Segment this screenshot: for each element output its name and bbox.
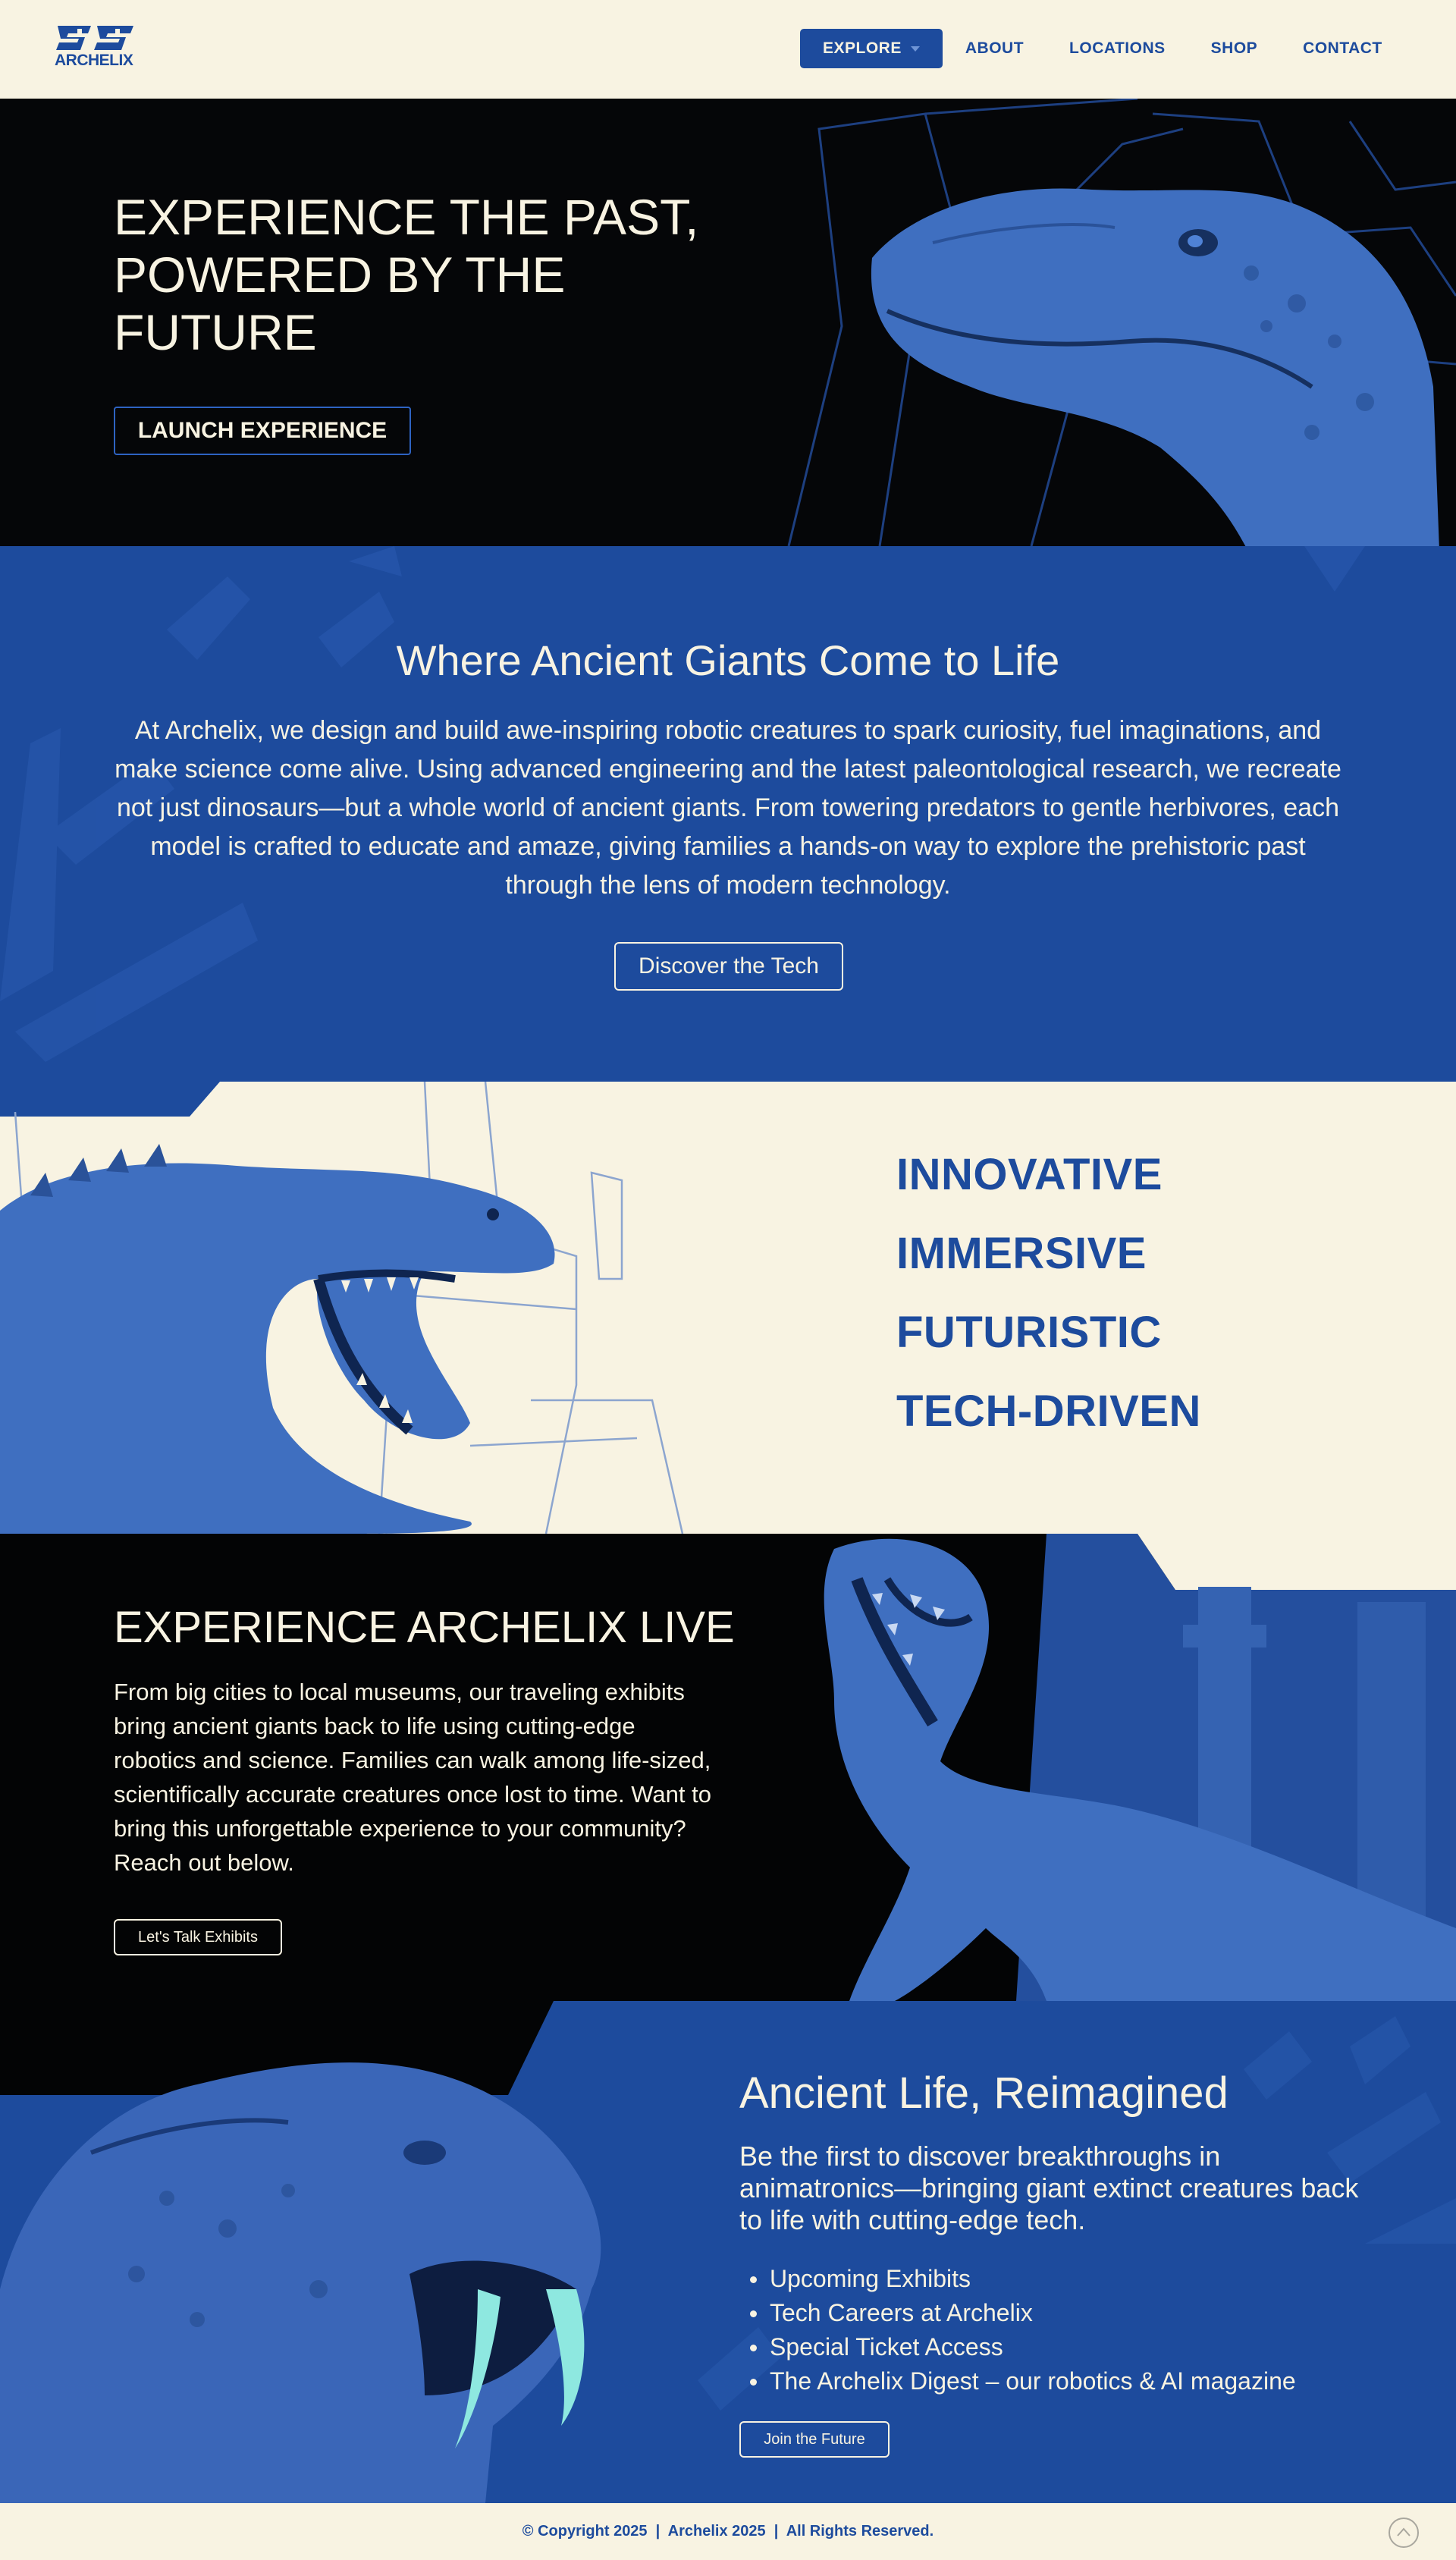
hero-section: EXPERIENCE THE PAST, POWERED BY THE FUTU… xyxy=(0,99,1456,546)
value-word: TECH-DRIVEN xyxy=(896,1387,1201,1436)
newsletter-section: Ancient Life, Reimagined Be the first to… xyxy=(0,2001,1456,2503)
list-item: Special Ticket Access xyxy=(739,2330,1296,2364)
nav-item-label: EXPLORE xyxy=(823,39,902,57)
main-nav: EXPLORE ABOUT LOCATIONS SHOP CONTACT xyxy=(800,29,1405,68)
scroll-to-top-icon[interactable] xyxy=(1388,2517,1420,2549)
newsletter-title: Ancient Life, Reimagined xyxy=(739,2068,1228,2118)
site-footer: © Copyright 2025 | Archelix 2025 | All R… xyxy=(0,2503,1456,2560)
nav-item-shop[interactable]: SHOP xyxy=(1188,39,1281,58)
values-section: INNOVATIVE IMMERSIVE FUTURISTIC TECH-DRI… xyxy=(0,1082,1456,1534)
nav-item-about[interactable]: ABOUT xyxy=(943,39,1046,58)
value-word: IMMERSIVE xyxy=(896,1229,1147,1278)
giants-section: Where Ancient Giants Come to Life At Arc… xyxy=(0,546,1456,1082)
live-exhibits-section: EXPERIENCE ARCHELIX LIVE From big cities… xyxy=(0,1534,1456,2001)
archelix-logo[interactable]: ARCHELIX xyxy=(55,23,136,71)
hero-title: EXPERIENCE THE PAST, POWERED BY THE FUTU… xyxy=(114,189,699,360)
value-word: FUTURISTIC xyxy=(896,1308,1162,1357)
live-description: From big cities to local museums, our tr… xyxy=(114,1679,711,1876)
live-title: EXPERIENCE ARCHELIX LIVE xyxy=(114,1603,735,1652)
list-item: Upcoming Exhibits xyxy=(739,2262,1296,2296)
join-future-button[interactable]: Join the Future xyxy=(739,2421,890,2458)
newsletter-benefits-list: Upcoming Exhibits Tech Careers at Archel… xyxy=(739,2262,1296,2398)
newsletter-description: Be the first to discover breakthroughs i… xyxy=(739,2141,1359,2235)
copyright-text: © Copyright 2025 | Archelix 2025 | All R… xyxy=(522,2523,934,2540)
logo-text: ARCHELIX xyxy=(55,52,133,69)
giants-description: At Archelix, we design and build awe-ins… xyxy=(115,716,1341,900)
talk-exhibits-button[interactable]: Let's Talk Exhibits xyxy=(114,1919,282,1955)
value-word: INNOVATIVE xyxy=(896,1150,1163,1199)
launch-experience-button[interactable]: LAUNCH EXPERIENCE xyxy=(114,407,411,455)
chevron-down-icon xyxy=(910,46,920,52)
list-item: The Archelix Digest – our robotics & AI … xyxy=(739,2364,1296,2398)
nav-item-locations[interactable]: LOCATIONS xyxy=(1046,39,1188,58)
values-list: INNOVATIVE IMMERSIVE FUTURISTIC TECH-DRI… xyxy=(896,1148,1201,1464)
trex-city-image xyxy=(824,1534,1456,2001)
site-header: ARCHELIX EXPLORE ABOUT LOCATIONS SHOP CO… xyxy=(0,0,1456,99)
giants-title: Where Ancient Giants Come to Life xyxy=(396,636,1060,684)
trex-image xyxy=(0,1082,684,1534)
raptor-head-image xyxy=(871,188,1439,546)
nav-item-contact[interactable]: CONTACT xyxy=(1280,39,1405,58)
list-item: Tech Careers at Archelix xyxy=(739,2296,1296,2330)
discover-tech-button[interactable]: Discover the Tech xyxy=(614,942,843,991)
nav-item-explore[interactable]: EXPLORE xyxy=(800,29,943,68)
